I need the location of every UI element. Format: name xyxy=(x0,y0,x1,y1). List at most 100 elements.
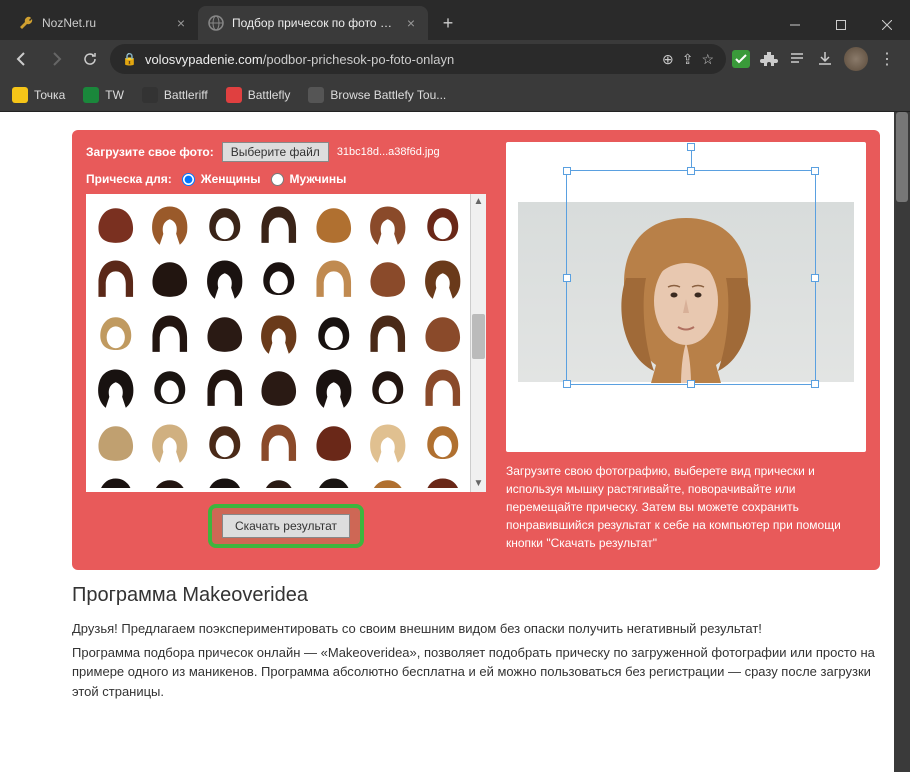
hair-option[interactable] xyxy=(308,471,359,488)
hair-option[interactable] xyxy=(145,471,196,488)
resize-handle-se[interactable] xyxy=(811,380,819,388)
browser-tab-0[interactable]: NozNet.ru × xyxy=(8,6,198,40)
maximize-button[interactable] xyxy=(818,10,864,40)
article-heading: Программа Makeoveridea xyxy=(72,584,880,607)
hair-option[interactable] xyxy=(417,471,468,488)
close-icon[interactable]: × xyxy=(404,16,418,30)
bookmark-item[interactable]: Battlefly xyxy=(226,87,291,103)
browser-tab-1[interactable]: Подбор причесок по фото онла × xyxy=(198,6,428,40)
hair-option[interactable] xyxy=(145,198,196,249)
tab-title: NozNet.ru xyxy=(42,16,166,30)
hair-option[interactable] xyxy=(417,307,468,358)
widget-right-column: Загрузите свою фотографию, выберете вид … xyxy=(506,142,866,552)
forward-button[interactable] xyxy=(42,45,70,73)
hair-option[interactable] xyxy=(254,471,305,488)
resize-handle-ne[interactable] xyxy=(811,167,819,175)
grid-scrollbar-thumb[interactable] xyxy=(472,314,485,359)
hair-option[interactable] xyxy=(90,362,141,413)
menu-icon[interactable]: ⋮ xyxy=(878,50,896,68)
hair-option[interactable] xyxy=(90,471,141,488)
gender-radio-female[interactable] xyxy=(182,173,195,186)
hair-option[interactable] xyxy=(254,198,305,249)
resize-handle-n[interactable] xyxy=(687,167,695,175)
profile-avatar[interactable] xyxy=(844,47,868,71)
hair-option[interactable] xyxy=(199,198,250,249)
scroll-up-arrow[interactable]: ▲ xyxy=(471,194,486,210)
hair-option[interactable] xyxy=(199,416,250,467)
hair-option[interactable] xyxy=(199,253,250,304)
hair-option[interactable] xyxy=(308,253,359,304)
reload-button[interactable] xyxy=(76,45,104,73)
resize-handle-nw[interactable] xyxy=(563,167,571,175)
reading-list-icon[interactable] xyxy=(788,50,806,68)
hair-option[interactable] xyxy=(90,198,141,249)
resize-handle-sw[interactable] xyxy=(563,380,571,388)
resize-handle-s[interactable] xyxy=(687,380,695,388)
bookmark-item[interactable]: Browse Battlefy Tou... xyxy=(308,87,446,103)
hair-option[interactable] xyxy=(363,198,414,249)
scroll-down-arrow[interactable]: ▼ xyxy=(471,476,486,492)
hair-option[interactable] xyxy=(363,253,414,304)
page-scrollbar[interactable] xyxy=(894,112,910,772)
hair-option[interactable] xyxy=(417,416,468,467)
download-result-button[interactable]: Скачать результат xyxy=(222,514,350,538)
gender-row: Прическа для: Женщины Мужчины xyxy=(86,172,486,186)
share-icon[interactable]: ⇪ xyxy=(682,51,694,68)
hair-option[interactable] xyxy=(254,307,305,358)
star-icon[interactable]: ☆ xyxy=(701,51,714,68)
bookmark-item[interactable]: TW xyxy=(83,87,124,103)
bookmark-item[interactable]: Battleriff xyxy=(142,87,208,103)
hair-option[interactable] xyxy=(145,362,196,413)
hair-option[interactable] xyxy=(254,416,305,467)
bookmark-favicon xyxy=(12,87,28,103)
hair-option[interactable] xyxy=(363,471,414,488)
hair-option[interactable] xyxy=(90,416,141,467)
hair-option[interactable] xyxy=(417,253,468,304)
rotation-handle[interactable] xyxy=(687,143,695,151)
download-icon[interactable] xyxy=(816,50,834,68)
new-tab-button[interactable]: + xyxy=(434,9,462,37)
close-window-button[interactable] xyxy=(864,10,910,40)
hairstyle-widget: Загрузите свое фото: Выберите файл 31bc1… xyxy=(72,130,880,570)
hair-option[interactable] xyxy=(199,471,250,488)
extensions-icon[interactable] xyxy=(760,50,778,68)
hair-option[interactable] xyxy=(417,198,468,249)
article-section: Программа Makeoveridea Друзья! Предлагае… xyxy=(0,570,910,701)
hair-option[interactable] xyxy=(363,362,414,413)
hair-option[interactable] xyxy=(308,416,359,467)
zoom-icon[interactable]: ⊕ xyxy=(662,51,674,68)
hair-option[interactable] xyxy=(308,362,359,413)
grid-scrollbar[interactable]: ▲ ▼ xyxy=(470,194,486,492)
gender-radio-male[interactable] xyxy=(271,173,284,186)
extensions-area: ⋮ xyxy=(732,47,902,71)
resize-handle-w[interactable] xyxy=(563,274,571,282)
hair-option[interactable] xyxy=(145,416,196,467)
page-viewport: Загрузите свое фото: Выберите файл 31bc1… xyxy=(0,112,910,772)
hair-option[interactable] xyxy=(199,307,250,358)
window-titlebar: NozNet.ru × Подбор причесок по фото онла… xyxy=(0,0,910,40)
hair-option[interactable] xyxy=(363,416,414,467)
back-button[interactable] xyxy=(8,45,36,73)
hair-option[interactable] xyxy=(308,198,359,249)
checkmark-extension-icon[interactable] xyxy=(732,50,750,68)
hair-option[interactable] xyxy=(254,253,305,304)
minimize-button[interactable] xyxy=(772,10,818,40)
choose-file-button[interactable]: Выберите файл xyxy=(222,142,329,162)
bookmark-item[interactable]: Точка xyxy=(12,87,65,103)
hair-option[interactable] xyxy=(199,362,250,413)
preview-canvas[interactable] xyxy=(506,142,866,452)
hair-option[interactable] xyxy=(254,362,305,413)
resize-handle-e[interactable] xyxy=(811,274,819,282)
hair-option[interactable] xyxy=(90,307,141,358)
hair-option[interactable] xyxy=(363,307,414,358)
address-bar[interactable]: 🔒 volosvypadenie.com/podbor-prichesok-po… xyxy=(110,44,726,74)
hair-option[interactable] xyxy=(145,253,196,304)
selection-box[interactable] xyxy=(566,170,816,385)
hair-option[interactable] xyxy=(417,362,468,413)
scrollbar-thumb[interactable] xyxy=(896,112,908,202)
hair-option[interactable] xyxy=(145,307,196,358)
hair-option[interactable] xyxy=(90,253,141,304)
bookmark-label: Battlefly xyxy=(248,88,291,102)
hair-option[interactable] xyxy=(308,307,359,358)
close-icon[interactable]: × xyxy=(174,16,188,30)
